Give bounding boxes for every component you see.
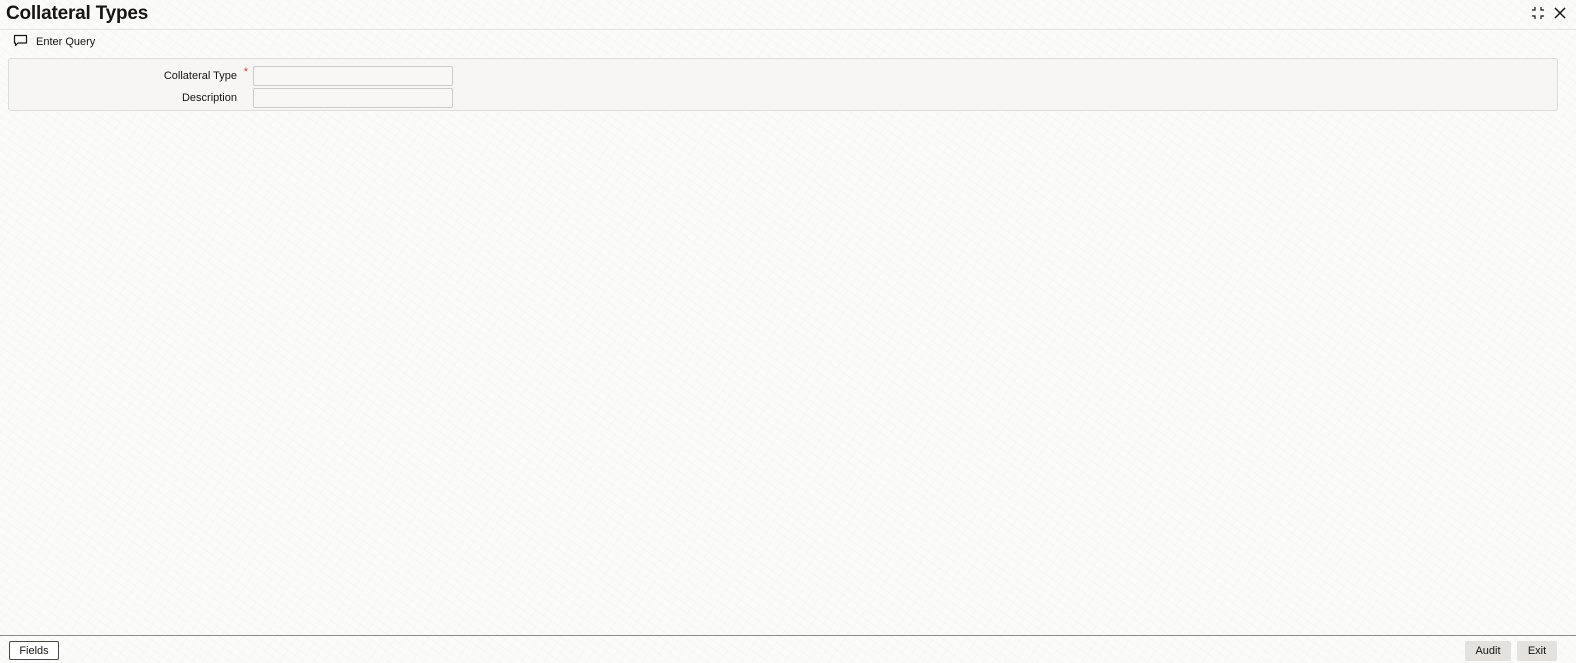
required-marker: * [243, 66, 248, 78]
window-controls [1530, 5, 1568, 21]
collateral-type-row: Collateral Type * [9, 66, 453, 86]
page-title: Collateral Types [6, 3, 149, 24]
title-divider [0, 29, 1576, 30]
query-form-panel: Collateral Type * Description [8, 58, 1558, 111]
description-input[interactable] [253, 88, 453, 108]
enter-query-button[interactable]: Enter Query [13, 34, 95, 50]
enter-query-label: Enter Query [36, 36, 96, 48]
comment-icon [13, 34, 28, 50]
audit-button[interactable]: Audit [1465, 641, 1511, 661]
footer-divider [0, 635, 1576, 636]
collateral-type-input[interactable] [253, 66, 453, 86]
exit-button[interactable]: Exit [1517, 641, 1557, 661]
collateral-type-label-text: Collateral Type [163, 70, 237, 82]
collapse-icon[interactable] [1530, 5, 1546, 21]
description-label: Description [181, 92, 237, 104]
collateral-type-label: Collateral Type * [9, 66, 253, 82]
description-row: Description [9, 88, 453, 108]
fields-button[interactable]: Fields [9, 641, 59, 660]
close-icon[interactable] [1552, 5, 1568, 21]
